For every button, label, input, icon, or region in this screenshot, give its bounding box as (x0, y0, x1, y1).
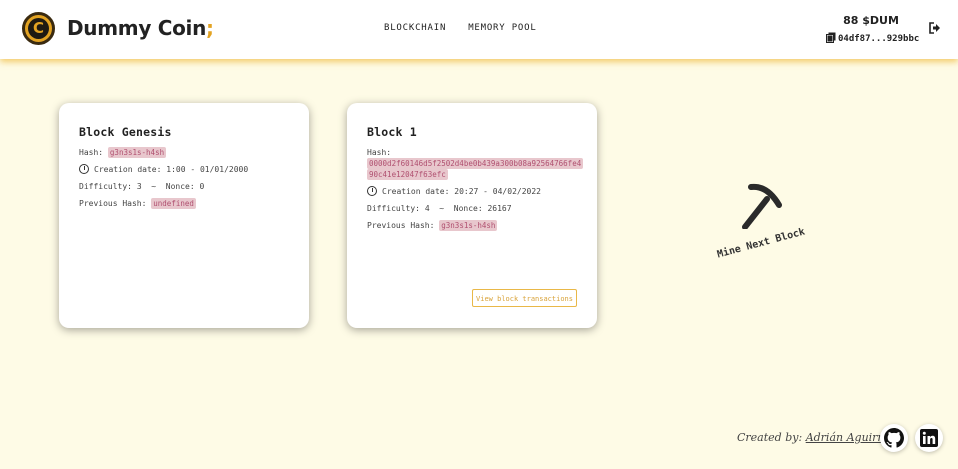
creation-value: 20:27 - 04/02/2022 (454, 187, 541, 196)
brand-name: Dummy Coin (67, 16, 207, 40)
creation-row: Creation date: 1:00 - 01/01/2000 (79, 164, 289, 175)
mine-next-block-button[interactable]: Mine Next Block (712, 180, 812, 270)
nonce-value: 26167 (487, 204, 512, 213)
difficulty-value: 4 (424, 204, 430, 213)
block-card-1: Block 1 Hash: 0000d2f60146d5f2502d4be0b4… (347, 103, 597, 328)
nav-memory-pool[interactable]: MEMORY POOL (468, 23, 536, 33)
difficulty-value: 3 (136, 182, 142, 191)
difficulty-row: Difficulty: 3 ~ Nonce: 0 (79, 181, 289, 192)
block-title: Block Genesis (79, 125, 172, 139)
github-icon (884, 428, 904, 448)
hash-row: Hash: 0000d2f60146d5f2502d4be0b439a300b0… (367, 147, 584, 180)
wallet-balance: 88 $DUM (843, 14, 899, 27)
hash-value-line1: 0000d2f60146d5f2502d4be0b439a300b08a9256… (367, 158, 584, 169)
brand-title[interactable]: Dummy Coin; (67, 16, 214, 40)
hash-label: Hash: (367, 148, 392, 157)
hash-value: g3n3s1s-h4sh (107, 147, 167, 158)
prev-hash-row: Previous Hash: undefined (79, 198, 289, 209)
created-by-label: Created by: (737, 431, 803, 444)
wallet-address[interactable]: 04df87...929bbc (826, 32, 919, 44)
prev-hash-label: Previous Hash: (79, 199, 147, 208)
logout-icon[interactable] (929, 22, 941, 34)
linkedin-button[interactable] (915, 424, 943, 452)
difficulty-row: Difficulty: 4 ~ Nonce: 26167 (367, 203, 577, 214)
nonce-value: 0 (199, 182, 205, 191)
prev-hash-row: Previous Hash: g3n3s1s-h4sh (367, 220, 577, 231)
prev-hash-label: Previous Hash: (367, 221, 435, 230)
prev-hash-value: undefined (151, 198, 196, 209)
separator: ~ (151, 182, 157, 191)
github-button[interactable] (880, 424, 908, 452)
creation-value: 1:00 - 01/01/2000 (166, 165, 249, 174)
block-card-genesis: Block Genesis Hash: g3n3s1s-h4sh Creatio… (59, 103, 309, 328)
separator: ~ (439, 204, 445, 213)
coin-logo-icon[interactable]: C (22, 12, 55, 45)
mine-label: Mine Next Block (716, 226, 807, 261)
brand-accent: ; (206, 16, 214, 40)
nonce-label: Nonce: (453, 204, 483, 213)
hash-label: Hash: (79, 148, 104, 157)
main-nav: BLOCKCHAIN MEMORY POOL (384, 23, 537, 33)
top-header: C Dummy Coin; BLOCKCHAIN MEMORY POOL 88 $… (0, 0, 958, 59)
block-title: Block 1 (367, 125, 417, 139)
nav-blockchain[interactable]: BLOCKCHAIN (384, 23, 446, 33)
pickaxe-icon (742, 183, 782, 229)
creation-row: Creation date: 20:27 - 04/02/2022 (367, 186, 577, 197)
address-text: 04df87...929bbc (838, 34, 920, 44)
creation-label: Creation date: (382, 187, 450, 196)
author-link[interactable]: Adrián Aguirre (806, 431, 890, 444)
view-transactions-button[interactable]: View block transactions (472, 289, 577, 307)
nonce-label: Nonce: (165, 182, 195, 191)
clock-icon (367, 186, 377, 196)
difficulty-label: Difficulty: (367, 204, 420, 213)
clock-icon (79, 164, 89, 174)
hash-value-line2: 90c41e12047f63efc (367, 169, 448, 180)
creation-label: Creation date: (94, 165, 162, 174)
linkedin-icon (920, 429, 938, 447)
copy-icon[interactable] (826, 32, 836, 43)
difficulty-label: Difficulty: (79, 182, 132, 191)
prev-hash-value: g3n3s1s-h4sh (439, 220, 498, 231)
footer-credit: Created by: Adrián Aguirre (737, 431, 889, 444)
hash-row: Hash: g3n3s1s-h4sh (79, 147, 289, 158)
